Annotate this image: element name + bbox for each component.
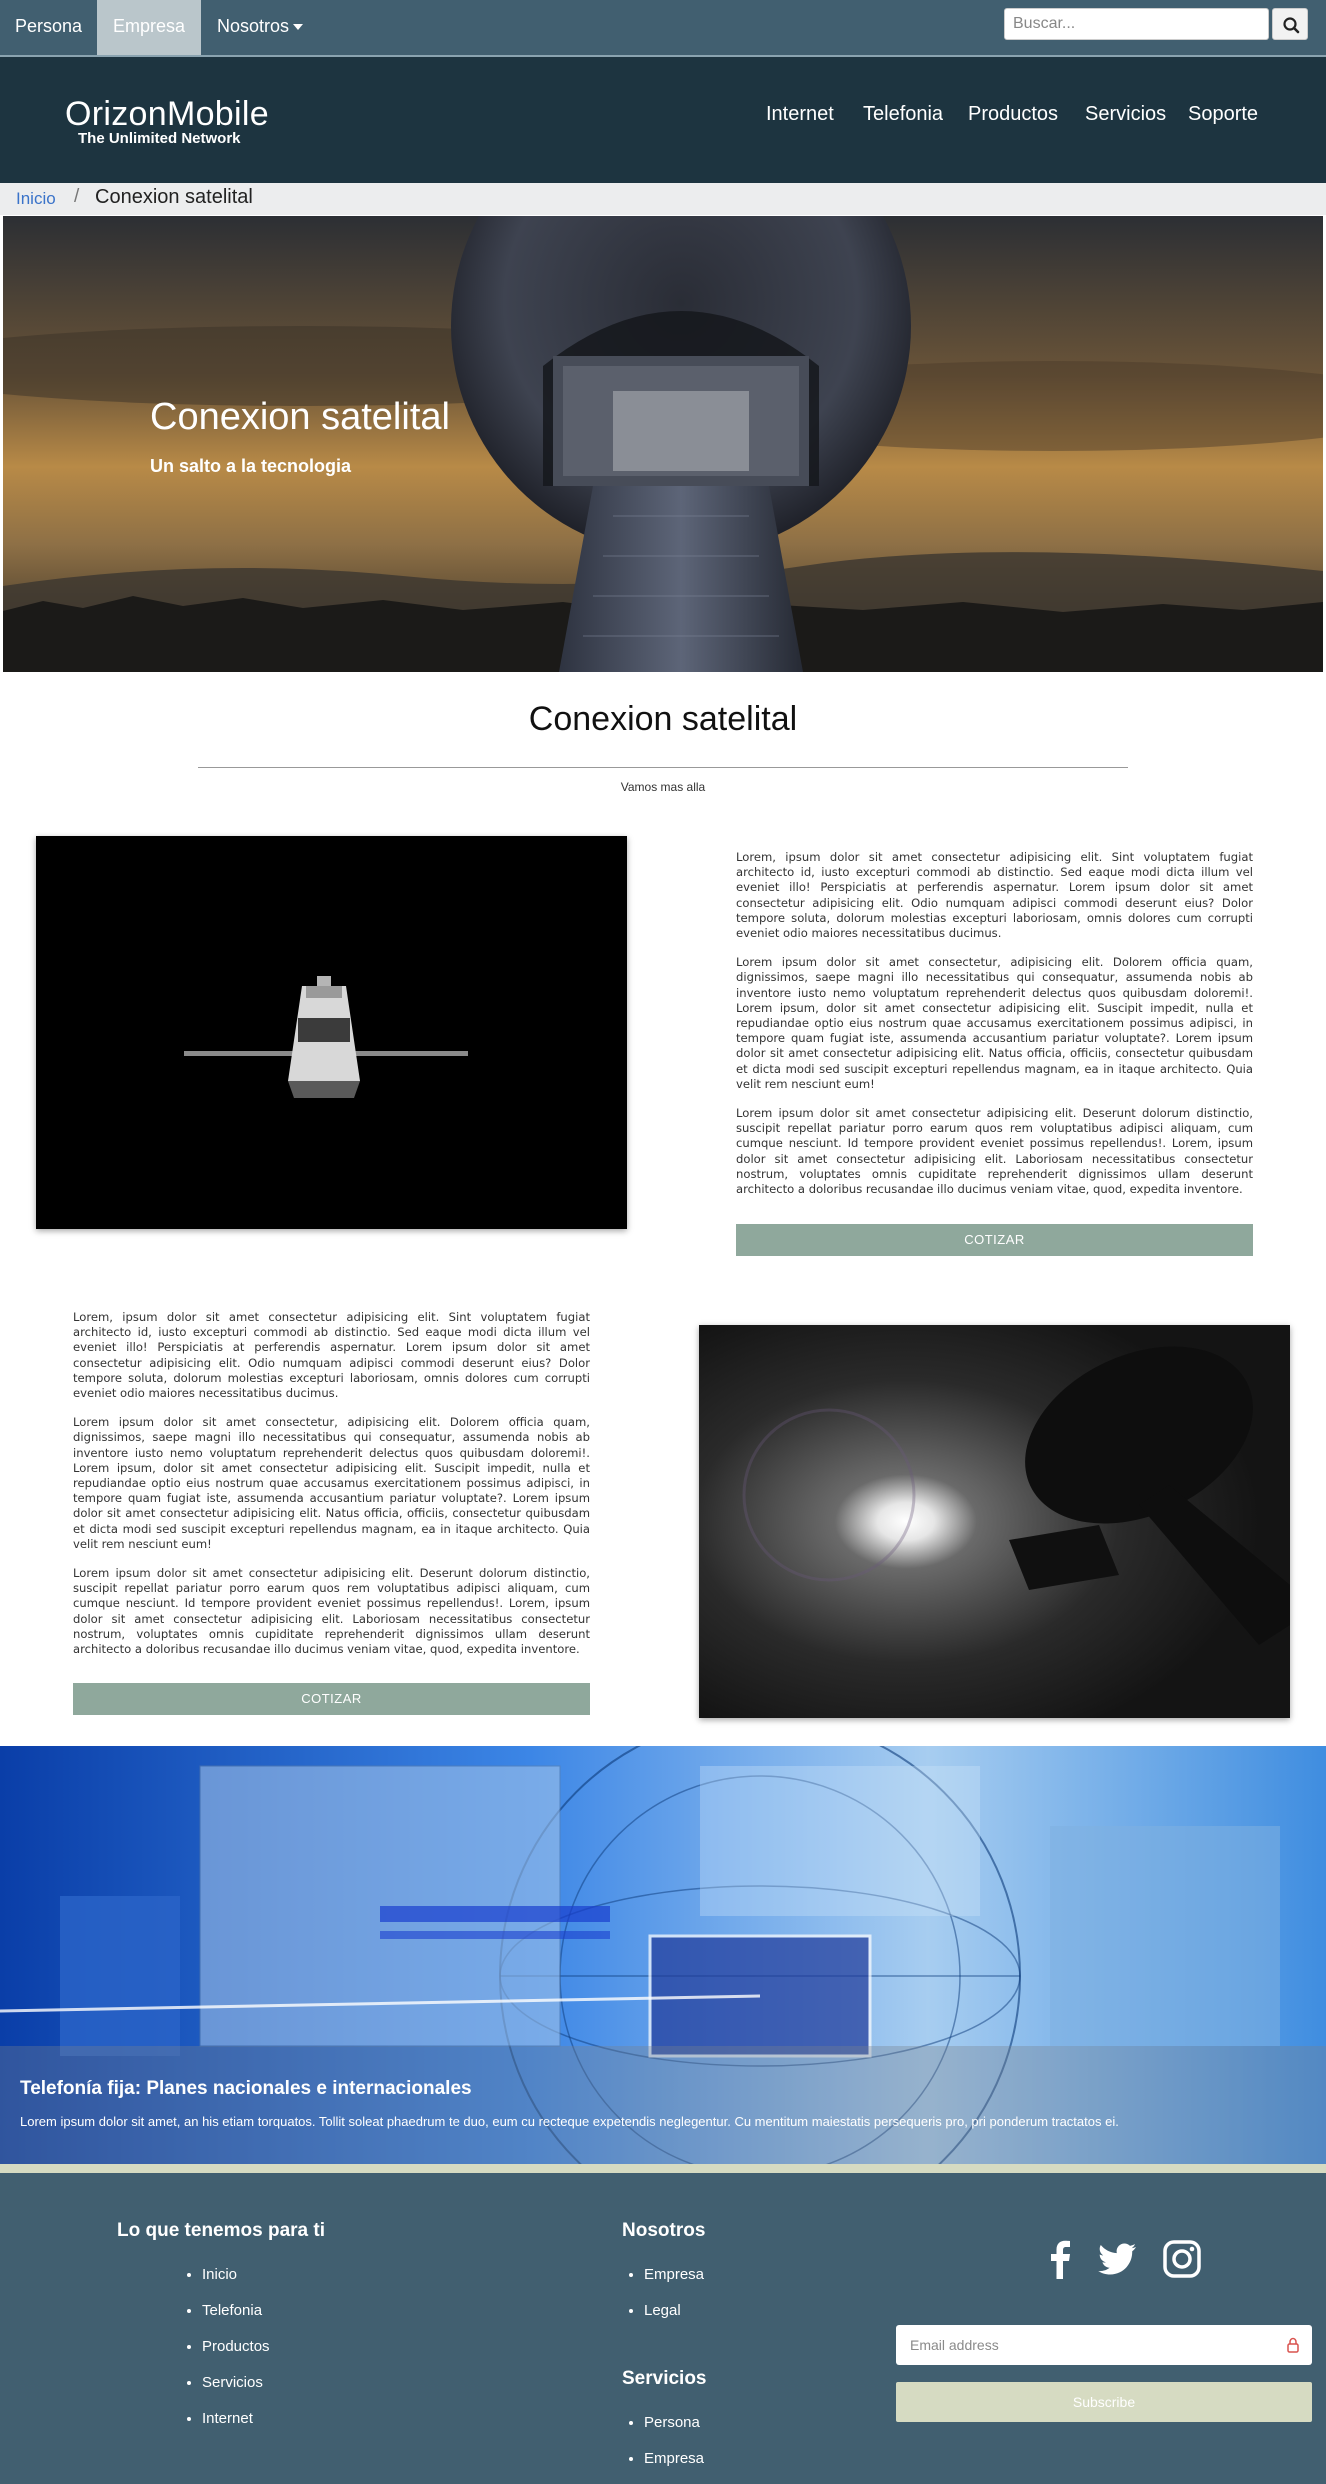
banner-title: Telefonía fija: Planes nacionales e inte… <box>20 2078 472 2099</box>
search-input[interactable] <box>1004 8 1269 40</box>
footer-col2-list: Empresa Legal <box>644 2266 704 2338</box>
footer-link-servicios[interactable]: Servicios <box>202 2374 270 2410</box>
block1-paragraph: Lorem ipsum dolor sit amet consectetur, … <box>736 955 1253 1091</box>
footer-col1-title: Lo que tenemos para ti <box>117 2220 325 2241</box>
block1-text: Lorem, ipsum dolor sit amet consectetur … <box>736 850 1253 1211</box>
spacecraft-illustration <box>36 836 627 1229</box>
footer-link-internet[interactable]: Internet <box>202 2410 270 2446</box>
capsule-image <box>36 836 627 1229</box>
facebook-icon[interactable] <box>1041 2239 1081 2279</box>
topbar-persona[interactable]: Persona <box>0 0 97 55</box>
topbar-nosotros-label: Nosotros <box>217 16 290 36</box>
footer-link-telefonia[interactable]: Telefonia <box>202 2302 270 2338</box>
lock-icon <box>1287 2337 1299 2353</box>
instagram-icon[interactable] <box>1162 2239 1202 2279</box>
footer-link-productos[interactable]: Productos <box>202 2338 270 2374</box>
telefonia-banner: Telefonía fija: Planes nacionales e inte… <box>0 1746 1326 2164</box>
block1-paragraph: Lorem ipsum dolor sit amet consectetur a… <box>736 1106 1253 1197</box>
satellite-dish-image <box>699 1325 1290 1718</box>
caret-down-icon <box>293 24 304 31</box>
hero-background-image <box>3 216 1323 672</box>
nav-soporte[interactable]: Soporte <box>1188 103 1258 126</box>
block2-paragraph: Lorem ipsum dolor sit amet consectetur, … <box>73 1415 590 1551</box>
site-footer: Lo que tenemos para ti Inicio Telefonia … <box>0 2173 1326 2484</box>
section-divider <box>198 767 1128 768</box>
search-icon <box>1283 17 1300 34</box>
nav-servicios[interactable]: Servicios <box>1085 103 1166 126</box>
breadcrumb-current: Conexion satelital <box>95 186 253 208</box>
hero-title: Conexion satelital <box>150 396 450 438</box>
section-subtitle: Vamos mas alla <box>620 780 706 794</box>
block2-text: Lorem, ipsum dolor sit amet consectetur … <box>73 1310 590 1671</box>
nav-telefonia[interactable]: Telefonia <box>863 103 943 126</box>
page: Persona Empresa Nosotros OrizonMobile Th… <box>0 0 1326 2484</box>
nav-internet[interactable]: Internet <box>766 103 834 126</box>
footer-link-empresa[interactable]: Empresa <box>644 2266 704 2302</box>
hero-subtitle: Un salto a la tecnologia <box>150 456 352 476</box>
search-button[interactable] <box>1272 8 1308 40</box>
footer-link-inicio[interactable]: Inicio <box>202 2266 270 2302</box>
section-title: Conexion satelital <box>528 700 798 738</box>
banner-caption-overlay <box>0 2046 1326 2164</box>
block2-paragraph: Lorem, ipsum dolor sit amet consectetur … <box>73 1310 590 1401</box>
footer-col3-title: Servicios <box>622 2368 707 2389</box>
brand-logo[interactable]: OrizonMobile <box>65 95 269 134</box>
footer-link-persona[interactable]: Persona <box>644 2414 704 2450</box>
subscribe-button[interactable]: Subscribe <box>896 2382 1312 2422</box>
nav-productos[interactable]: Productos <box>968 103 1058 126</box>
site-header: OrizonMobile The Unlimited Network Inter… <box>0 57 1326 183</box>
cotizar-button-1[interactable]: COTIZAR <box>736 1224 1253 1256</box>
banner-text: Lorem ipsum dolor sit amet, an his etiam… <box>20 2114 1119 2129</box>
email-input[interactable] <box>896 2325 1312 2365</box>
hero-banner: Conexion satelital Un salto a la tecnolo… <box>3 216 1323 672</box>
brand-tagline: The Unlimited Network <box>78 130 241 147</box>
block1-paragraph: Lorem, ipsum dolor sit amet consectetur … <box>736 850 1253 941</box>
topbar-empresa[interactable]: Empresa <box>97 0 201 55</box>
footer-link-empresa-servicios[interactable]: Empresa <box>644 2450 704 2484</box>
footer-col3-list: Persona Empresa <box>644 2414 704 2484</box>
dish-sun-illustration <box>699 1325 1290 1718</box>
footer-col2-title: Nosotros <box>622 2220 706 2241</box>
top-bar: Persona Empresa Nosotros <box>0 0 1326 57</box>
twitter-icon[interactable] <box>1098 2239 1138 2279</box>
block2-paragraph: Lorem ipsum dolor sit amet consectetur a… <box>73 1566 590 1657</box>
footer-link-legal[interactable]: Legal <box>644 2302 704 2338</box>
footer-col1-list: Inicio Telefonia Productos Servicios Int… <box>202 2266 270 2446</box>
breadcrumb-home-link[interactable]: Inicio <box>16 189 56 209</box>
topbar-nosotros-dropdown[interactable]: Nosotros <box>202 0 318 55</box>
breadcrumb: Inicio / Conexion satelital <box>0 183 1326 215</box>
banner-bottom-strip <box>0 2164 1326 2173</box>
breadcrumb-separator: / <box>74 186 80 207</box>
cotizar-button-2[interactable]: COTIZAR <box>73 1683 590 1715</box>
